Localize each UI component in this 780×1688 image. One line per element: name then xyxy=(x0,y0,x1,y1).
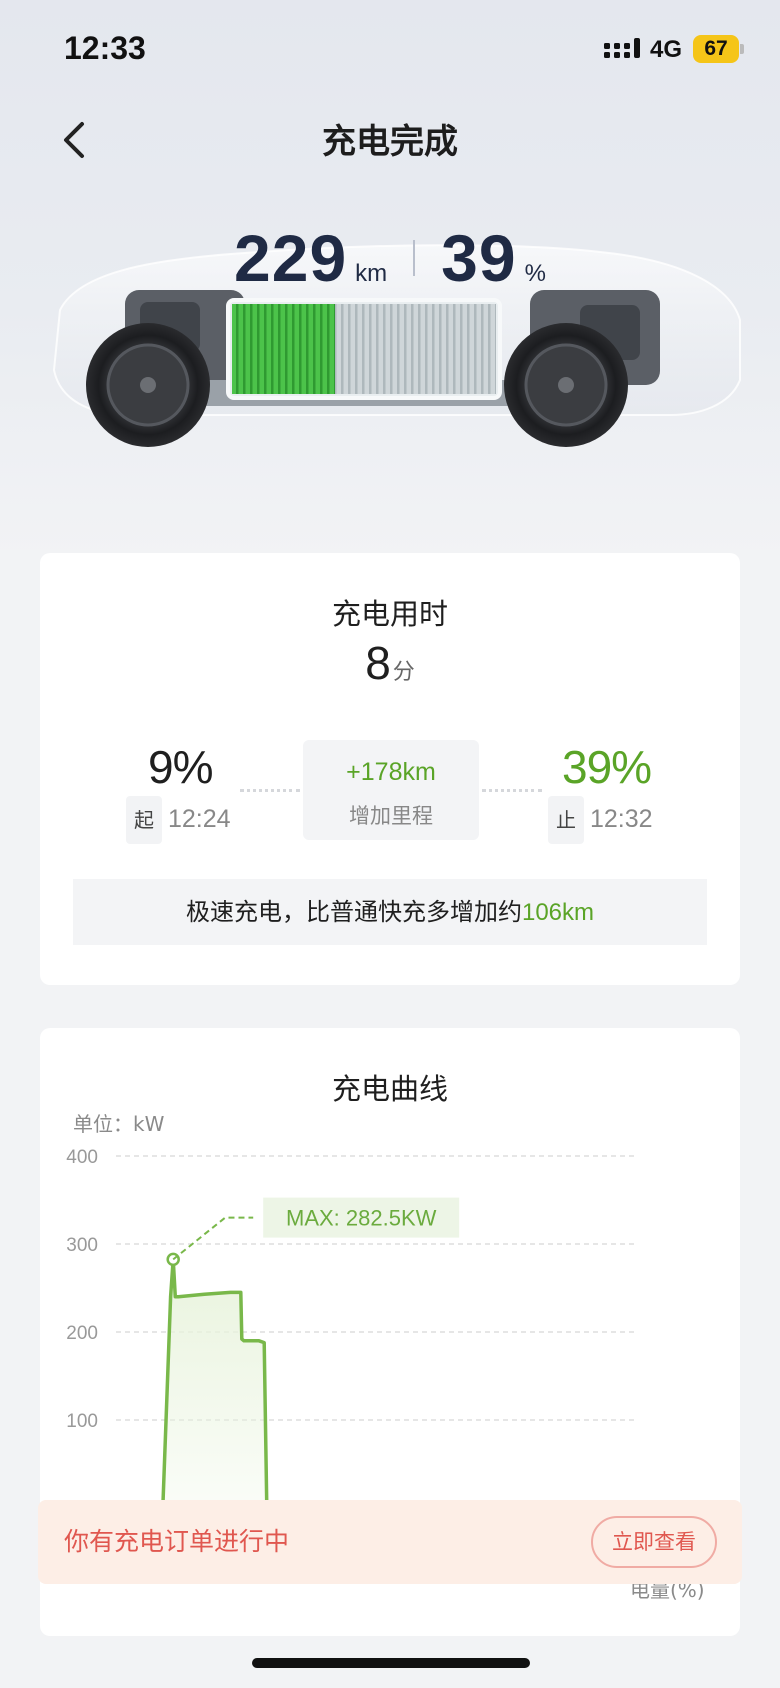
end-tag: 止 xyxy=(548,796,584,844)
end-time: 12:32 xyxy=(590,805,653,833)
battery-cap xyxy=(740,44,744,54)
fast-charge-tip: 极速充电，比普通快充多增加约106km xyxy=(73,879,707,945)
hero-divider xyxy=(413,240,416,276)
curve-title: 充电曲线 xyxy=(331,1072,448,1106)
start-time: 12:24 xyxy=(168,805,231,833)
range-added-box: +178km 增加里程 xyxy=(303,740,479,840)
chart-unit-label: 单位：kW xyxy=(73,1112,165,1136)
duration-value: 8 xyxy=(365,637,391,689)
network-label: 4G xyxy=(650,36,683,63)
duration-unit: 分 xyxy=(392,659,415,684)
dotted-connector xyxy=(482,789,542,792)
status-time: 12:33 xyxy=(64,30,146,66)
charge-duration: 8分 xyxy=(0,636,780,690)
dotted-connector xyxy=(240,789,300,792)
end-soc: 39% xyxy=(562,741,652,793)
status-bar: 12:33 4G 67 xyxy=(0,0,780,100)
soc-unit: % xyxy=(524,260,546,287)
page-title: 充电完成 xyxy=(322,122,458,162)
remaining-range-value: 229 xyxy=(234,221,348,295)
order-banner-text: 你有充电订单进行中 xyxy=(64,1527,290,1556)
y-tick-label: 200 xyxy=(66,1323,98,1344)
remaining-range-unit: km xyxy=(355,260,388,287)
y-tick-label: 400 xyxy=(66,1147,98,1168)
soc-value: 39 xyxy=(441,221,517,295)
tip-text: 极速充电，比普通快充多增加约 xyxy=(185,898,522,926)
signal-icon xyxy=(604,38,640,58)
y-tick-label: 300 xyxy=(66,1235,98,1256)
y-tick-label: 100 xyxy=(66,1411,98,1432)
home-indicator[interactable] xyxy=(252,1658,530,1668)
battery-icon: 67 xyxy=(693,35,739,63)
view-order-button[interactable]: 立即查看 xyxy=(591,1516,717,1568)
hero-stats: 229 km 39 % xyxy=(0,220,780,295)
battery-charge-fill xyxy=(232,304,335,394)
summary-title: 充电用时 xyxy=(331,597,448,631)
chart-max-label: MAX: 282.5KW xyxy=(286,1206,437,1231)
range-added-label: 增加里程 xyxy=(349,804,433,828)
charge-curve-chart: 4003002001000MAX: 282.5KW xyxy=(66,1147,636,1520)
chart-max-leader xyxy=(172,1216,254,1261)
range-added-value: +178km xyxy=(346,758,436,786)
start-tag: 起 xyxy=(126,796,162,844)
start-soc: 9% xyxy=(148,741,213,793)
active-order-banner: 你有充电订单进行中 立即查看 xyxy=(38,1500,742,1584)
tip-highlight: 106km xyxy=(521,899,595,926)
